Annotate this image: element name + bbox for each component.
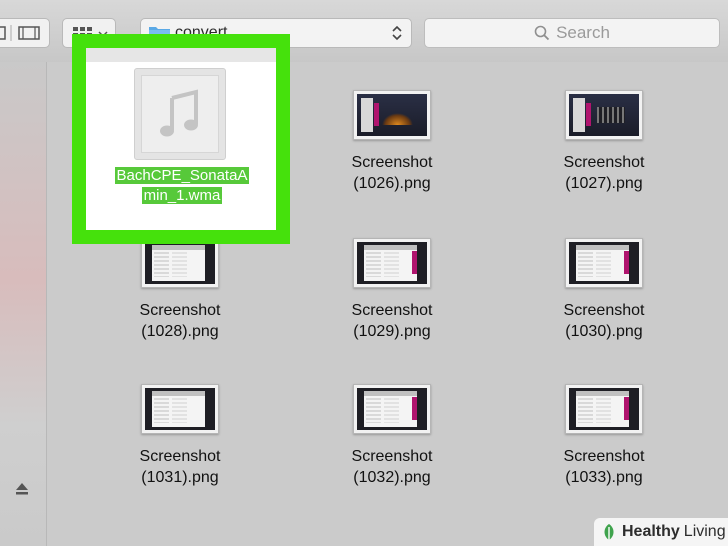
- file-name: Screenshot (1030).png: [563, 302, 645, 340]
- music-note-icon: [160, 89, 198, 137]
- file-name: Screenshot (1032).png: [351, 448, 433, 486]
- file-thumbnail: [565, 384, 643, 434]
- audio-file-item[interactable]: [134, 68, 226, 160]
- file-thumbnail: [141, 384, 219, 434]
- healthy-living-watermark: Healthy Living: [594, 518, 728, 546]
- file-name: Screenshot (1027).png: [563, 154, 645, 192]
- file-thumbnail: [353, 90, 431, 140]
- file-item[interactable]: Screenshot (1026).png: [302, 90, 482, 194]
- view-mode-segment[interactable]: [0, 18, 50, 48]
- file-item[interactable]: Screenshot (1027).png: [514, 90, 694, 194]
- file-thumbnail: [353, 238, 431, 288]
- file-item[interactable]: Screenshot (1032).png: [302, 384, 482, 488]
- leaf-logo-icon: [604, 524, 614, 540]
- file-item[interactable]: Screenshot (1030).png: [514, 238, 694, 342]
- file-name: Screenshot (1029).png: [351, 302, 433, 340]
- file-name: Screenshot (1031).png: [139, 448, 221, 486]
- file-item[interactable]: Screenshot (1028).png: [90, 238, 270, 342]
- search-placeholder: Search: [556, 23, 610, 42]
- updown-chevron-icon: [392, 25, 402, 41]
- file-name: Screenshot (1026).png: [351, 154, 433, 192]
- file-name: Screenshot (1033).png: [563, 448, 645, 486]
- file-thumbnail: [141, 238, 219, 288]
- watermark-bold: Healthy: [622, 523, 680, 540]
- file-item[interactable]: Screenshot (1029).png: [302, 238, 482, 342]
- file-thumbnail: [353, 384, 431, 434]
- view-coverflow-icon: [18, 26, 40, 40]
- file-item[interactable]: Screenshot (1031).png: [90, 384, 270, 488]
- audio-file-thumbnail: [141, 75, 219, 153]
- file-name: Screenshot (1028).png: [139, 302, 221, 340]
- file-item[interactable]: Screenshot (1033).png: [514, 384, 694, 488]
- file-thumbnail: [565, 90, 643, 140]
- highlight-top-strip: [86, 48, 276, 62]
- audio-file-name[interactable]: BachCPE_SonataA min_1.wma: [94, 166, 270, 206]
- view-column-icon[interactable]: [0, 19, 51, 47]
- highlight-frame: BachCPE_SonataA min_1.wma: [72, 34, 290, 244]
- file-thumbnail: [565, 238, 643, 288]
- search-field[interactable]: Search: [424, 18, 720, 48]
- sidebar: [0, 62, 47, 546]
- watermark-regular: Living: [683, 523, 726, 540]
- eject-icon[interactable]: [14, 482, 30, 496]
- search-icon: [534, 25, 550, 41]
